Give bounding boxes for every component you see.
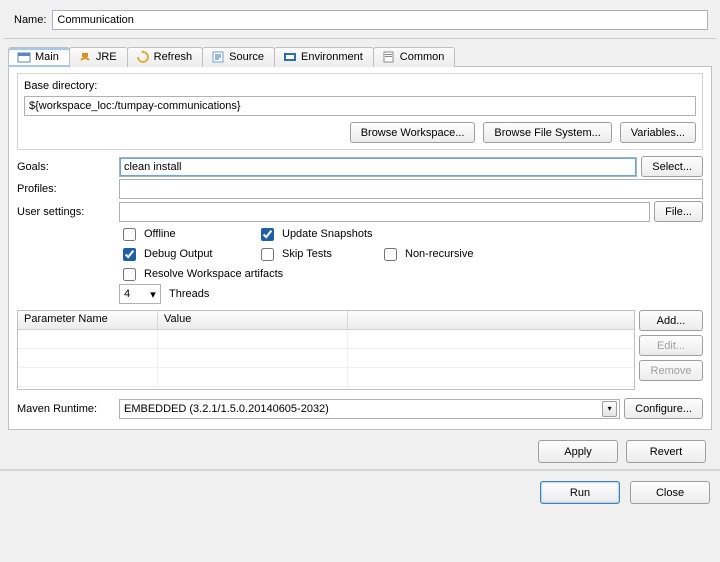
apply-button[interactable]: Apply — [538, 440, 618, 463]
usersettings-label: User settings: — [17, 206, 113, 218]
common-icon — [382, 50, 396, 64]
parameters-table[interactable]: Parameter Name Value — [17, 310, 635, 390]
col-value[interactable]: Value — [158, 311, 348, 329]
basedir-input[interactable] — [24, 96, 696, 116]
debug-output-checkbox[interactable]: Debug Output — [119, 245, 229, 264]
tab-refresh[interactable]: Refresh — [127, 47, 204, 67]
threads-dropdown-icon[interactable]: ▾ — [146, 288, 160, 301]
main-icon — [17, 50, 31, 64]
runtime-combo[interactable]: EMBEDDED (3.2.1/1.5.0.20140605-2032) ▾ — [119, 399, 620, 419]
tab-jre[interactable]: JRE — [69, 47, 128, 67]
param-add-button[interactable]: Add... — [639, 310, 703, 331]
table-row[interactable] — [18, 349, 634, 368]
run-button[interactable]: Run — [540, 481, 620, 504]
param-edit-button[interactable]: Edit... — [639, 335, 703, 356]
goals-input[interactable] — [119, 157, 637, 177]
tab-environment[interactable]: Environment — [274, 47, 374, 67]
revert-button[interactable]: Revert — [626, 440, 706, 463]
jre-icon — [78, 50, 92, 64]
col-parameter-name[interactable]: Parameter Name — [18, 311, 158, 329]
runtime-configure-button[interactable]: Configure... — [624, 398, 703, 419]
non-recursive-checkbox[interactable]: Non-recursive — [380, 245, 473, 264]
runtime-label: Maven Runtime: — [17, 403, 113, 415]
tab-common-label: Common — [400, 51, 445, 63]
close-button[interactable]: Close — [630, 481, 710, 504]
name-input[interactable] — [52, 10, 708, 30]
table-row[interactable] — [18, 330, 634, 349]
tab-jre-label: JRE — [96, 51, 117, 63]
tab-main-label: Main — [35, 51, 59, 63]
resolve-workspace-checkbox[interactable]: Resolve Workspace artifacts — [119, 265, 283, 284]
browse-filesystem-button[interactable]: Browse File System... — [483, 122, 611, 143]
tab-source-label: Source — [229, 51, 264, 63]
dropdown-arrow-icon: ▾ — [602, 401, 617, 417]
tab-environment-label: Environment — [301, 51, 363, 63]
tab-common[interactable]: Common — [373, 47, 456, 67]
refresh-icon — [136, 50, 150, 64]
goals-select-button[interactable]: Select... — [641, 156, 703, 177]
offline-checkbox[interactable]: Offline — [119, 225, 229, 244]
update-snapshots-checkbox[interactable]: Update Snapshots — [257, 225, 373, 244]
usersettings-input[interactable] — [119, 202, 650, 222]
skip-tests-checkbox[interactable]: Skip Tests — [257, 245, 352, 264]
tab-main[interactable]: Main — [8, 47, 70, 68]
profiles-label: Profiles: — [17, 183, 113, 195]
source-icon — [211, 50, 225, 64]
variables-button[interactable]: Variables... — [620, 122, 696, 143]
param-remove-button[interactable]: Remove — [639, 360, 703, 381]
threads-label: Threads — [169, 288, 209, 300]
environment-icon — [283, 50, 297, 64]
tab-refresh-label: Refresh — [154, 51, 193, 63]
name-label: Name: — [14, 14, 46, 26]
tab-source[interactable]: Source — [202, 47, 275, 67]
threads-spinner[interactable]: ▾ — [119, 284, 161, 304]
goals-label: Goals: — [17, 161, 113, 173]
threads-value[interactable] — [120, 285, 146, 303]
browse-workspace-button[interactable]: Browse Workspace... — [350, 122, 476, 143]
usersettings-file-button[interactable]: File... — [654, 201, 703, 222]
profiles-input[interactable] — [119, 179, 703, 199]
table-row[interactable] — [18, 368, 634, 387]
basedir-label: Base directory: — [24, 80, 696, 92]
config-tabs: Main JRE Refresh Source Environment — [8, 45, 712, 67]
runtime-value: EMBEDDED (3.2.1/1.5.0.20140605-2032) — [124, 403, 329, 415]
